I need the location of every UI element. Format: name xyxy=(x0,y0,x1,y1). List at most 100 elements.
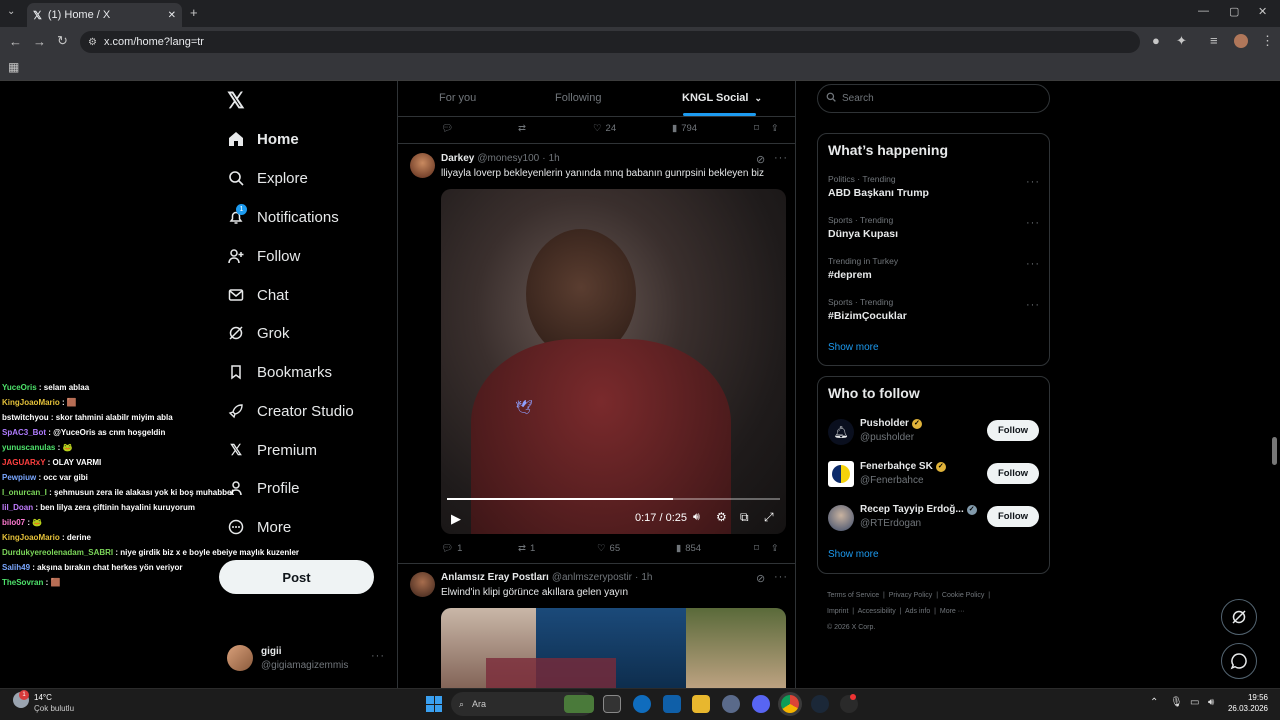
reply-button[interactable]: 💬︎ 1 xyxy=(441,543,518,554)
forward-icon[interactable]: → xyxy=(33,34,46,49)
tweet-author-name[interactable]: Anlamsız Eray Postları xyxy=(441,572,549,583)
grok-small-icon[interactable]: ⊘ xyxy=(756,153,766,166)
apps-icon[interactable]: ▦ xyxy=(8,60,19,74)
account-avatar[interactable] xyxy=(227,645,253,671)
like-button[interactable]: ♡ 24 xyxy=(593,123,672,134)
nav-notifications[interactable]: 1 Notifications xyxy=(227,204,339,229)
follow-button[interactable]: Follow xyxy=(987,420,1039,441)
minimize-button[interactable]: — xyxy=(1198,5,1209,17)
play-icon[interactable]: ▶ xyxy=(451,511,461,527)
trend-item[interactable]: Sports · Trending Dünya Kupası xyxy=(828,215,898,240)
trend-item[interactable]: Trending in Turkey #deprem xyxy=(828,256,898,281)
nav-explore[interactable]: Explore xyxy=(227,166,308,190)
tweet-time[interactable]: 1h xyxy=(549,153,560,164)
grok-small-icon[interactable]: ⊘ xyxy=(756,572,766,585)
bookmark-small-icon[interactable]: ⌑ xyxy=(754,123,759,134)
like-button[interactable]: ♡ 65 xyxy=(597,543,676,554)
store-icon[interactable] xyxy=(663,695,681,713)
follow-button[interactable]: Follow xyxy=(987,506,1039,527)
trend-more-icon[interactable]: ··· xyxy=(1026,176,1040,188)
bookmark-small-icon[interactable]: ⌑ xyxy=(754,543,759,554)
tab-close-icon[interactable]: ✕ xyxy=(168,10,176,21)
task-view-icon[interactable] xyxy=(603,695,621,713)
tweet-image[interactable] xyxy=(441,608,786,688)
footer-accessibility-link[interactable]: Accessibility xyxy=(858,608,896,615)
volume-tray-icon[interactable]: 🔊︎ xyxy=(1208,697,1214,708)
footer-imprint-link[interactable]: Imprint xyxy=(827,608,848,615)
trend-more-icon[interactable]: ··· xyxy=(1026,258,1040,270)
video-progress-track[interactable] xyxy=(447,498,780,500)
tab-search-icon[interactable]: ⌄ xyxy=(7,6,15,17)
app-icon[interactable] xyxy=(722,695,740,713)
extension-a-icon[interactable]: ● xyxy=(1152,33,1160,48)
nav-follow[interactable]: Follow xyxy=(227,244,300,268)
start-button[interactable] xyxy=(426,696,442,712)
tweet-handle[interactable]: @anlmszerypostir xyxy=(552,572,632,583)
show-more-trends-link[interactable]: Show more xyxy=(828,342,879,353)
x-logo-icon[interactable]: 𝕏 xyxy=(227,88,245,114)
profile-avatar-icon[interactable] xyxy=(1234,34,1248,48)
footer-privacy-link[interactable]: Privacy Policy xyxy=(889,592,933,599)
chrome-icon[interactable] xyxy=(781,695,799,713)
microphone-icon[interactable]: 🎙︎ xyxy=(1170,697,1183,708)
pip-icon[interactable]: ⧉ xyxy=(740,510,749,525)
follow-avatar-erdogan[interactable] xyxy=(828,505,854,531)
taskbar-search[interactable]: ⌕ Ara xyxy=(451,692,594,716)
follow-name-row[interactable]: Recep Tayyip Erdoğ... ✓ xyxy=(860,504,977,515)
browser-tab[interactable]: 𝕏 (1) Home / X ✕ xyxy=(27,3,182,27)
reload-icon[interactable]: ↻ xyxy=(57,33,68,49)
address-bar[interactable]: ⚙ x.com/home?lang=tr xyxy=(80,31,1140,53)
tweet-avatar[interactable] xyxy=(410,572,435,597)
repost-icon[interactable]: ⇄ xyxy=(518,123,593,134)
maximize-button[interactable]: ▢ xyxy=(1229,5,1239,18)
footer-more-link[interactable]: More ··· xyxy=(940,608,965,615)
follow-name-row[interactable]: Fenerbahçe SK ✓ xyxy=(860,461,946,472)
site-info-icon[interactable]: ⚙ xyxy=(88,37,97,48)
back-icon[interactable]: ← xyxy=(9,34,22,49)
tweet-more-icon[interactable]: ··· xyxy=(774,152,788,164)
nav-chat[interactable]: Chat xyxy=(227,283,289,307)
tweet-video[interactable]: 🕊︎ ▶ 0:17 / 0:25 🔊︎ ⚙ ⧉ ⤢ xyxy=(441,189,786,534)
follow-button[interactable]: Follow xyxy=(987,463,1039,484)
file-explorer-icon[interactable] xyxy=(692,695,710,713)
discord-icon[interactable] xyxy=(752,695,770,713)
edge-icon[interactable] xyxy=(633,695,651,713)
follow-avatar-fenerbahce[interactable] xyxy=(828,461,854,487)
tab-following[interactable]: Following xyxy=(555,92,601,104)
page-scrollbar-thumb[interactable] xyxy=(1272,437,1277,465)
trend-item[interactable]: Politics · Trending ABD Başkanı Trump xyxy=(828,174,929,199)
tab-for-you[interactable]: For you xyxy=(439,92,476,104)
tweet-more-icon[interactable]: ··· xyxy=(774,571,788,583)
tweet-author-name[interactable]: Darkey xyxy=(441,153,474,164)
account-menu-icon[interactable]: ··· xyxy=(371,650,385,662)
follow-avatar-pusholder[interactable]: 🔔︎ xyxy=(828,419,854,445)
clock-time[interactable]: 19:56 xyxy=(1232,693,1268,702)
nav-grok[interactable]: Grok xyxy=(227,321,290,345)
chat-floating-button[interactable] xyxy=(1221,643,1257,679)
fullscreen-icon[interactable]: ⤢ xyxy=(764,510,774,525)
footer-ads-link[interactable]: Ads info xyxy=(905,608,930,615)
grok-floating-button[interactable] xyxy=(1221,599,1257,635)
tweet-time[interactable]: 1h xyxy=(641,572,652,583)
menu-icon[interactable]: ⋮ xyxy=(1261,33,1274,49)
volume-icon[interactable]: 🔊︎ xyxy=(693,511,700,524)
repost-button[interactable]: ⇄ 1 xyxy=(518,543,597,554)
views-button[interactable]: ▮ 854 xyxy=(676,543,754,554)
network-icon[interactable]: ▭ xyxy=(1190,697,1199,708)
show-more-follow-link[interactable]: Show more xyxy=(828,549,879,560)
footer-cookie-link[interactable]: Cookie Policy xyxy=(942,592,984,599)
nav-home[interactable]: Home xyxy=(227,127,299,151)
views-button[interactable]: ▮ 794 xyxy=(672,123,754,134)
clock-date[interactable]: 26.03.2026 xyxy=(1222,704,1268,713)
footer-terms-link[interactable]: Terms of Service xyxy=(827,592,879,599)
close-window-button[interactable]: ✕ xyxy=(1258,5,1267,18)
share-icon[interactable]: ⇪ xyxy=(771,543,779,554)
trend-more-icon[interactable]: ··· xyxy=(1026,217,1040,229)
media-icon[interactable]: ≡ xyxy=(1210,33,1218,48)
extensions-icon[interactable]: ✦ xyxy=(1176,33,1187,49)
steam-icon[interactable] xyxy=(811,695,829,713)
follow-name-row[interactable]: Pusholder ✓ xyxy=(860,418,922,429)
tweet-handle[interactable]: @monesy100 xyxy=(477,153,539,164)
reply-icon[interactable]: 💬︎ xyxy=(441,123,518,134)
new-tab-button[interactable]: + xyxy=(190,5,198,20)
